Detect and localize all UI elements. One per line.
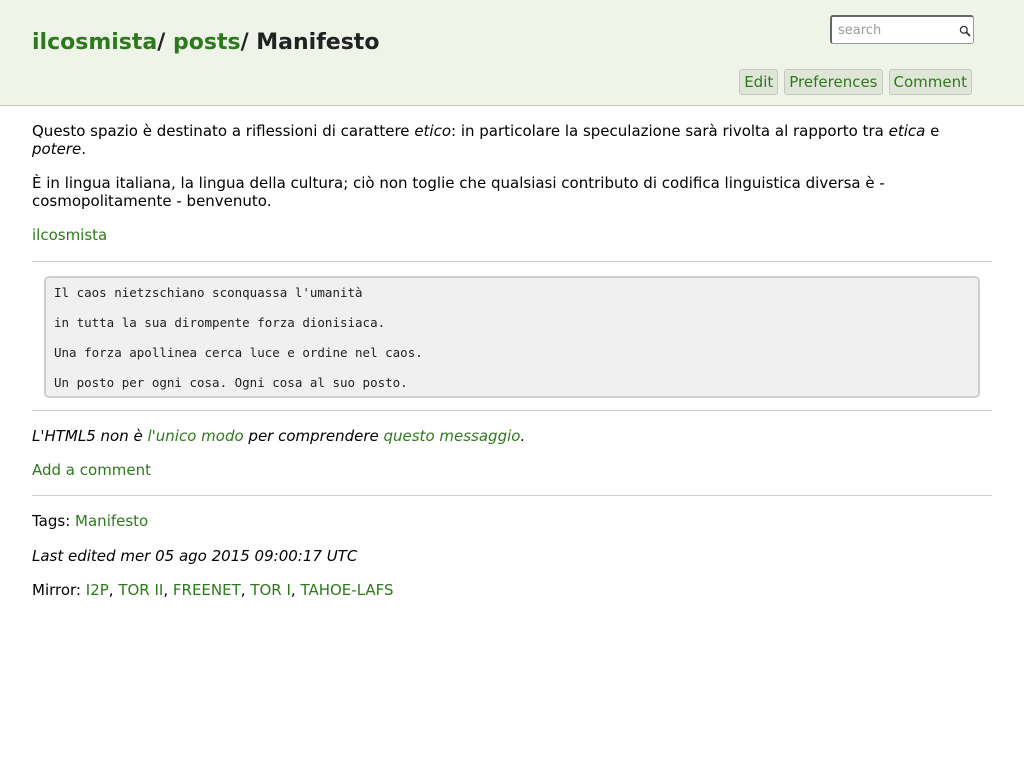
- tag-link-manifesto[interactable]: Manifesto: [75, 512, 148, 530]
- mirror-link-freenet[interactable]: FREENET: [173, 581, 241, 599]
- html5-note-text: .: [520, 427, 526, 445]
- search-box: [830, 15, 974, 44]
- breadcrumb-link-ilcosmista[interactable]: ilcosmista: [32, 30, 157, 55]
- preferences-button[interactable]: Preferences: [784, 69, 883, 95]
- breadcrumb-link-posts[interactable]: posts: [173, 30, 241, 55]
- questo-messaggio-link[interactable]: questo messaggio: [383, 427, 520, 445]
- intro-text: .: [81, 140, 86, 158]
- page-title: Manifesto: [256, 30, 380, 55]
- poem-block: Il caos nietzschiano sconquassa l'umanit…: [44, 276, 980, 398]
- tags-label: Tags:: [32, 512, 71, 530]
- mirror-label: Mirror:: [32, 581, 81, 599]
- mirror-link-i2p[interactable]: I2P: [86, 581, 109, 599]
- breadcrumb-separator: /: [157, 30, 166, 55]
- last-edited: Last edited mer 05 ago 2015 09:00:17 UTC: [32, 547, 358, 565]
- language-paragraph: È in lingua italiana, la lingua della cu…: [32, 174, 885, 210]
- intro-text: Questo spazio è destinato a riflessioni …: [32, 122, 415, 140]
- poem-line: Un posto per ogni cosa. Ogni cosa al suo…: [54, 375, 408, 390]
- page-actions: Edit Preferences Comment: [739, 69, 972, 95]
- html5-note: L'HTML5 non è l'unico modo per comprende…: [32, 427, 992, 445]
- poem-line: Il caos nietzschiano sconquassa l'umanit…: [54, 285, 363, 300]
- breadcrumb: ilcosmista/ posts/ Manifesto: [32, 30, 379, 55]
- poem-line: Una forza apollinea cerca luce e ordine …: [54, 345, 423, 360]
- mirror-link-tahoe-lafs[interactable]: TAHOE-LAFS: [300, 581, 393, 599]
- search-icon[interactable]: [959, 25, 971, 37]
- add-comment-link[interactable]: Add a comment: [32, 461, 151, 479]
- mirror-line: Mirror: I2P, TOR II, FREENET, TOR I, TAH…: [32, 581, 394, 599]
- intro-emphasis-etico: etico: [414, 122, 452, 140]
- intro-emphasis-etica: etica: [888, 122, 926, 140]
- intro-text: : in particolare la speculazione sarà ri…: [451, 122, 889, 140]
- html5-note-text: L'HTML5 non è: [32, 427, 148, 445]
- edit-button[interactable]: Edit: [739, 69, 779, 95]
- search-input[interactable]: [836, 20, 948, 40]
- author-link[interactable]: ilcosmista: [32, 226, 107, 244]
- mirror-link-tor-ii[interactable]: TOR II: [118, 581, 163, 599]
- page-content: Questo spazio è destinato a riflessioni …: [0, 122, 1024, 599]
- comment-button[interactable]: Comment: [888, 69, 972, 95]
- breadcrumb-separator: /: [240, 30, 249, 55]
- tags-line: Tags: Manifesto: [32, 512, 992, 530]
- divider: [32, 261, 992, 262]
- poem-line: in tutta la sua dirompente forza dionisi…: [54, 315, 386, 330]
- intro-text: e: [925, 122, 940, 140]
- divider: [32, 410, 992, 411]
- unico-modo-link[interactable]: l'unico modo: [148, 427, 244, 445]
- divider: [32, 495, 992, 496]
- mirror-link-tor-i[interactable]: TOR I: [250, 581, 291, 599]
- html5-note-text: per comprendere: [243, 427, 384, 445]
- intro-paragraph: Questo spazio è destinato a riflessioni …: [32, 122, 992, 158]
- intro-emphasis-potere: potere: [32, 140, 82, 158]
- page-header: ilcosmista/ posts/ Manifesto Edit Prefer…: [0, 0, 1024, 106]
